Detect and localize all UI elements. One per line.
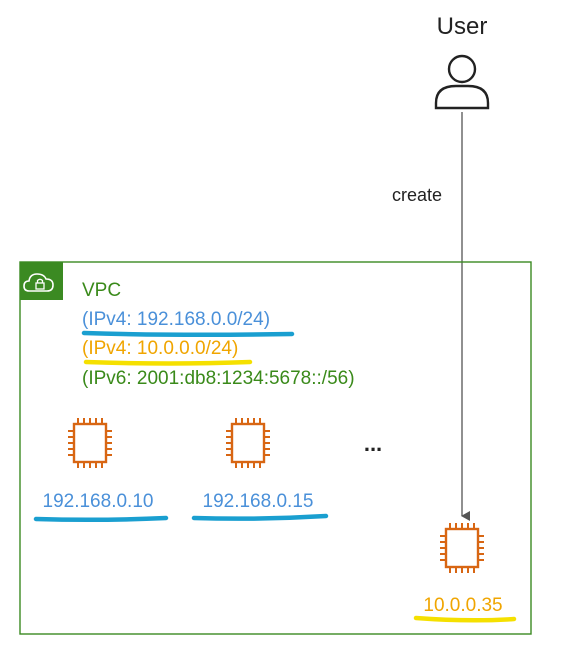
more-instances-ellipsis: ...: [364, 431, 382, 456]
vpc-cidr-ipv4-secondary: (IPv4: 10.0.0.0/24): [82, 338, 238, 359]
instance-ip-1-underline: [33, 515, 169, 523]
vpc-cidr-ipv4-primary: (IPv4: 192.168.0.0/24): [82, 309, 270, 330]
instance-ip-2-underline: [191, 513, 329, 521]
cidr-ipv4-secondary-underline: [83, 359, 253, 366]
vpc-cloud-lock-icon: [20, 262, 63, 300]
ec2-instance-icon: [68, 417, 112, 469]
ec2-instance-icon: [226, 417, 270, 469]
instance-ip-1: 192.168.0.10: [43, 491, 154, 512]
instance-ip-2: 192.168.0.15: [203, 491, 314, 512]
instance-ip-3: 10.0.0.35: [423, 595, 502, 616]
user-icon: [434, 54, 490, 110]
ec2-instance-icon: [440, 522, 484, 574]
user-label: User: [437, 13, 488, 40]
vpc-cidr-ipv6: (IPv6: 2001:db8:1234:5678::/56): [82, 368, 355, 389]
vpc-diagram: User create VPC (IPv4: 192.168.0.0/24) (…: [19, 13, 532, 635]
vpc-title: VPC: [82, 280, 121, 301]
create-label: create: [392, 185, 442, 205]
cidr-ipv4-primary-underline: [81, 330, 295, 338]
instance-ip-3-underline: [413, 615, 517, 623]
